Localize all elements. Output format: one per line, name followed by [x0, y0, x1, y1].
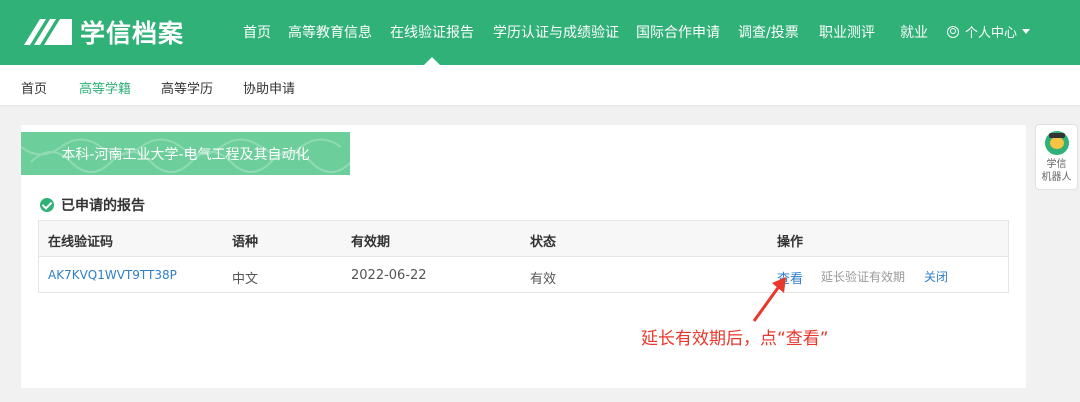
- header-expiry: 有效期: [351, 235, 391, 250]
- nav-higher-education[interactable]: 高等教育信息: [288, 22, 372, 42]
- verification-code[interactable]: AK7KVQ1WVT9TT38P: [48, 268, 177, 282]
- annotation-text: 延长有效期后，点“查看”: [641, 329, 829, 349]
- chevron-down-icon: [1022, 29, 1031, 34]
- robot-label-line1: 学信: [1046, 159, 1067, 170]
- nav-international-cooperation[interactable]: 国际合作申请: [636, 22, 720, 42]
- user-center-label: 个人中心: [965, 26, 1018, 41]
- reports-table: 在线验证码 语种 有效期 状态 操作 AK7KVQ1WVT9TT38P 中文 2…: [38, 220, 1009, 293]
- section-title: 已申请的报告: [40, 195, 145, 215]
- check-circle-icon: [40, 198, 54, 212]
- section-title-text: 已申请的报告: [61, 198, 145, 214]
- subnav-home[interactable]: 首页: [21, 78, 47, 97]
- degree-banner-label: 本科-河南工业大学-电气工程及其自动化: [61, 146, 310, 163]
- logo[interactable]: 学信档案: [22, 14, 184, 50]
- nav-degree-authentication[interactable]: 学历认证与成绩验证: [493, 22, 619, 42]
- nav-online-verification[interactable]: 在线验证报告: [390, 22, 474, 42]
- nav-employment[interactable]: 就业: [900, 22, 928, 42]
- user-icon: [947, 25, 959, 38]
- sub-navbar: 首页 高等学籍 高等学历 协助申请: [0, 65, 1080, 106]
- robot-label-line2: 机器人: [1041, 172, 1072, 183]
- active-nav-indicator: [424, 57, 440, 65]
- top-navbar: 学信档案 首页 高等教育信息 在线验证报告 学历认证与成绩验证 国际合作申请 调…: [0, 0, 1080, 65]
- logo-text: 学信档案: [80, 19, 185, 48]
- status-cell: 有效: [530, 272, 557, 287]
- main-card: 本科-河南工业大学-电气工程及其自动化 已申请的报告 在线验证码 语种 有效期 …: [21, 125, 1026, 388]
- extend-validity-link[interactable]: 延长验证有效期: [821, 268, 905, 285]
- expiry-cell: 2022-06-22: [351, 268, 427, 283]
- nav-home[interactable]: 首页: [243, 22, 271, 42]
- robot-helper-button[interactable]: 学信 机器人: [1035, 124, 1078, 190]
- table-header: 在线验证码 语种 有效期 状态 操作: [39, 221, 1008, 257]
- header-language: 语种: [232, 235, 259, 250]
- annotation-arrow-icon: [752, 277, 786, 322]
- subnav-student-status[interactable]: 高等学籍: [79, 78, 131, 97]
- subnav-degree[interactable]: 高等学历: [161, 78, 213, 97]
- close-link[interactable]: 关闭: [924, 268, 948, 285]
- subnav-assist-apply[interactable]: 协助申请: [243, 78, 295, 97]
- nav-survey-vote[interactable]: 调查/投票: [738, 22, 799, 42]
- language-cell: 中文: [232, 272, 259, 287]
- table-row: AK7KVQ1WVT9TT38P 中文 2022-06-22 有效 查看 延长验…: [39, 257, 1008, 293]
- logo-icon: [24, 19, 72, 45]
- nav-career-assessment[interactable]: 职业测评: [819, 22, 875, 42]
- header-verification-code: 在线验证码: [48, 235, 114, 250]
- degree-banner[interactable]: 本科-河南工业大学-电气工程及其自动化: [21, 132, 350, 175]
- user-center-menu[interactable]: 个人中心: [947, 22, 1031, 41]
- header-status: 状态: [530, 235, 557, 250]
- robot-icon: [1044, 131, 1069, 155]
- header-actions: 操作: [777, 235, 804, 250]
